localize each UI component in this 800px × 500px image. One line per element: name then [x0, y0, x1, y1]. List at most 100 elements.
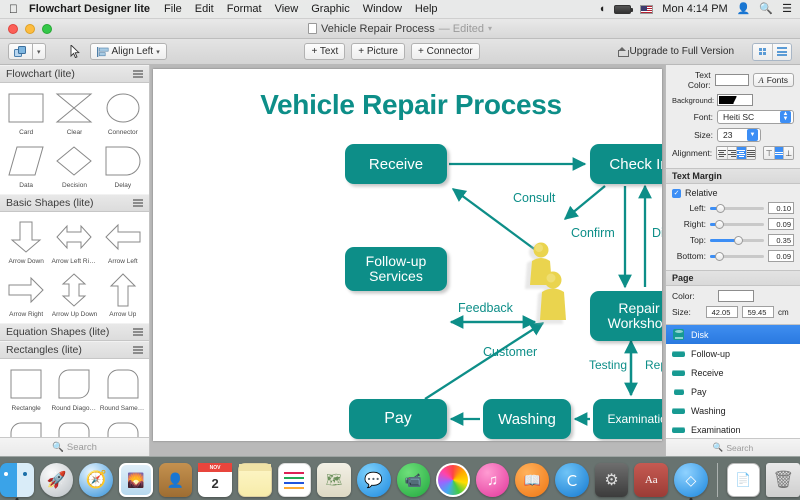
minimize-button[interactable] [25, 24, 35, 34]
library-section-flowchart[interactable]: Flowchart (lite) [0, 65, 149, 83]
dock-item-maps[interactable]: 🗺 [317, 463, 351, 497]
layer-item-disk[interactable]: Disk [666, 325, 800, 344]
dock-item-messages[interactable]: 💬 [356, 463, 391, 497]
shape-item-data[interactable]: Data [2, 139, 50, 192]
pointer-tool[interactable] [66, 45, 84, 58]
text-color-swatch[interactable] [714, 74, 749, 86]
chevron-updown-icon[interactable]: ▲ ▼ [780, 111, 791, 123]
library-search-field[interactable]: 🔍 Search [0, 437, 149, 456]
diagram-svg[interactable] [153, 69, 662, 441]
notification-center-icon[interactable]: ☰ [782, 3, 792, 15]
hamburger-icon[interactable] [133, 70, 143, 78]
library-section-basic-shapes[interactable]: Basic Shapes (lite) [0, 194, 149, 212]
shape-item-arrow-up-down[interactable]: Arrow Up Down [50, 268, 98, 321]
hamburger-icon[interactable] [133, 328, 143, 336]
dock-item-contacts[interactable]: 👤 [158, 463, 193, 497]
margin-right-slider[interactable] [710, 219, 764, 230]
menu-app-name[interactable]: Flowchart Designer lite [29, 3, 150, 15]
battery-icon[interactable] [614, 4, 634, 14]
margin-top-slider[interactable] [710, 235, 764, 246]
font-select[interactable]: Heiti SC ▲ ▼ [717, 110, 794, 124]
menu-item-help[interactable]: Help [415, 3, 438, 15]
valign-middle-option[interactable] [773, 147, 784, 159]
align-left-button[interactable]: Align Left ▾ [89, 43, 167, 60]
shape-item-connector[interactable]: Connector [99, 86, 147, 139]
layer-item-examination[interactable]: Examination [666, 420, 800, 438]
library-section-rectangles[interactable]: Rectangles (lite) [0, 341, 149, 359]
shapes-stack-icon[interactable] [8, 43, 32, 60]
inspector-search-field[interactable]: 🔍 Search [666, 438, 800, 456]
layer-item-pay[interactable]: Pay [666, 382, 800, 401]
align-right-option[interactable] [726, 147, 737, 159]
zoom-button[interactable] [42, 24, 52, 34]
shape-item-round-single[interactable]: Round Single… [2, 415, 50, 437]
font-size-select[interactable]: 23 ▼ [717, 128, 761, 142]
fonts-button[interactable]: A Fonts [752, 73, 794, 87]
dock-item-itunes[interactable]: ♫ [475, 463, 510, 497]
dock-item-notes[interactable] [237, 463, 272, 497]
shape-item-round-same-side[interactable]: Round Same S… [99, 362, 147, 415]
shape-item-arrow-left[interactable]: Arrow Left [99, 215, 147, 268]
menubar-clock[interactable]: Mon 4:14 PM [662, 3, 727, 15]
dock-item-system-prefs[interactable]: ⚙ [594, 463, 629, 497]
layer-item-washing[interactable]: Washing [666, 401, 800, 420]
margin-bottom-value[interactable]: 0.09 [768, 250, 794, 262]
hamburger-icon[interactable] [133, 199, 143, 207]
menu-item-window[interactable]: Window [363, 3, 402, 15]
menu-item-file[interactable]: File [164, 3, 182, 15]
dock-item-document[interactable]: 📄 [726, 463, 761, 497]
margin-right-value[interactable]: 0.09 [768, 218, 794, 230]
dock-item-reminders[interactable] [277, 463, 312, 497]
menu-item-format[interactable]: Format [227, 3, 262, 15]
shape-item-arrow-left-right[interactable]: Arrow Left Right [50, 215, 98, 268]
wifi-icon[interactable]: ◖ [599, 3, 606, 15]
background-swatch[interactable] [717, 94, 753, 106]
layer-item-receive[interactable]: Receive [666, 363, 800, 382]
canvas-area[interactable]: Vehicle Repair Process Receive Check In … [150, 65, 665, 456]
dock-item-flowchart-designer[interactable]: ◇ [674, 463, 708, 500]
document-canvas[interactable]: Vehicle Repair Process Receive Check In … [153, 69, 662, 441]
valign-top-option[interactable]: ⊤ [764, 147, 774, 159]
page-width-field[interactable]: 42.05 [706, 306, 738, 318]
shape-item-snip-and-round[interactable]: Snip And Roun… [99, 415, 147, 437]
document-title[interactable]: Vehicle Repair Process — Edited ▾ [308, 23, 492, 35]
dock-item-launchpad[interactable]: 🚀 [39, 463, 74, 497]
align-justify-option[interactable] [745, 147, 756, 159]
shape-item-decision[interactable]: Decision [50, 139, 98, 192]
page-color-swatch[interactable] [718, 290, 754, 302]
page-height-field[interactable]: 59.45 [742, 306, 774, 318]
user-icon[interactable]: 👤 [737, 3, 751, 15]
dock-item-facetime[interactable]: 📹 [396, 463, 431, 497]
menu-item-view[interactable]: View [275, 3, 299, 15]
add-text-button[interactable]: + Text [304, 43, 346, 60]
hamburger-icon[interactable] [133, 346, 143, 354]
dock-item-ibooks[interactable]: 📖 [515, 463, 550, 497]
margin-left-slider[interactable] [710, 203, 764, 214]
shape-library-scroll[interactable]: Flowchart (lite) Card Clear Connector Da… [0, 65, 149, 437]
dock-item-safari[interactable]: 🧭 [79, 463, 113, 497]
dock-item-app-store[interactable]: Ｃ [555, 463, 589, 497]
us-flag-icon[interactable] [640, 4, 654, 14]
margin-left-value[interactable]: 0.10 [768, 202, 794, 214]
upgrade-button[interactable]: Upgrade to Full Version [617, 46, 734, 57]
shape-item-clear[interactable]: Clear [50, 86, 98, 139]
add-picture-button[interactable]: + Picture [351, 43, 405, 60]
shape-item-arrow-down[interactable]: Arrow Down [2, 215, 50, 268]
dock-item-trash[interactable]: 🗑 [766, 463, 800, 497]
menu-item-edit[interactable]: Edit [195, 3, 214, 15]
layers-list[interactable]: Disk Follow-up Receive Pay Washing Exami… [666, 324, 800, 438]
shape-item-arrow-right[interactable]: Arrow Right [2, 268, 50, 321]
valign-bottom-option[interactable]: ⊥ [783, 147, 794, 159]
shape-item-delay[interactable]: Delay [99, 139, 147, 192]
apple-menu-icon[interactable]:  [9, 3, 18, 15]
dock-item-dictionary[interactable]: Aa [634, 463, 669, 497]
align-center-option[interactable] [736, 147, 746, 159]
shape-item-card[interactable]: Card [2, 86, 50, 139]
search-icon[interactable]: 🔍 [759, 3, 773, 15]
relative-checkbox[interactable]: ✓ [672, 188, 681, 198]
library-section-equation-shapes[interactable]: Equation Shapes (lite) [0, 323, 149, 341]
shape-item-arrow-up[interactable]: Arrow Up [99, 268, 147, 321]
list-view-button[interactable] [772, 43, 792, 60]
layer-item-follow-up[interactable]: Follow-up [666, 344, 800, 363]
chevron-down-icon[interactable]: ▼ [747, 129, 758, 141]
